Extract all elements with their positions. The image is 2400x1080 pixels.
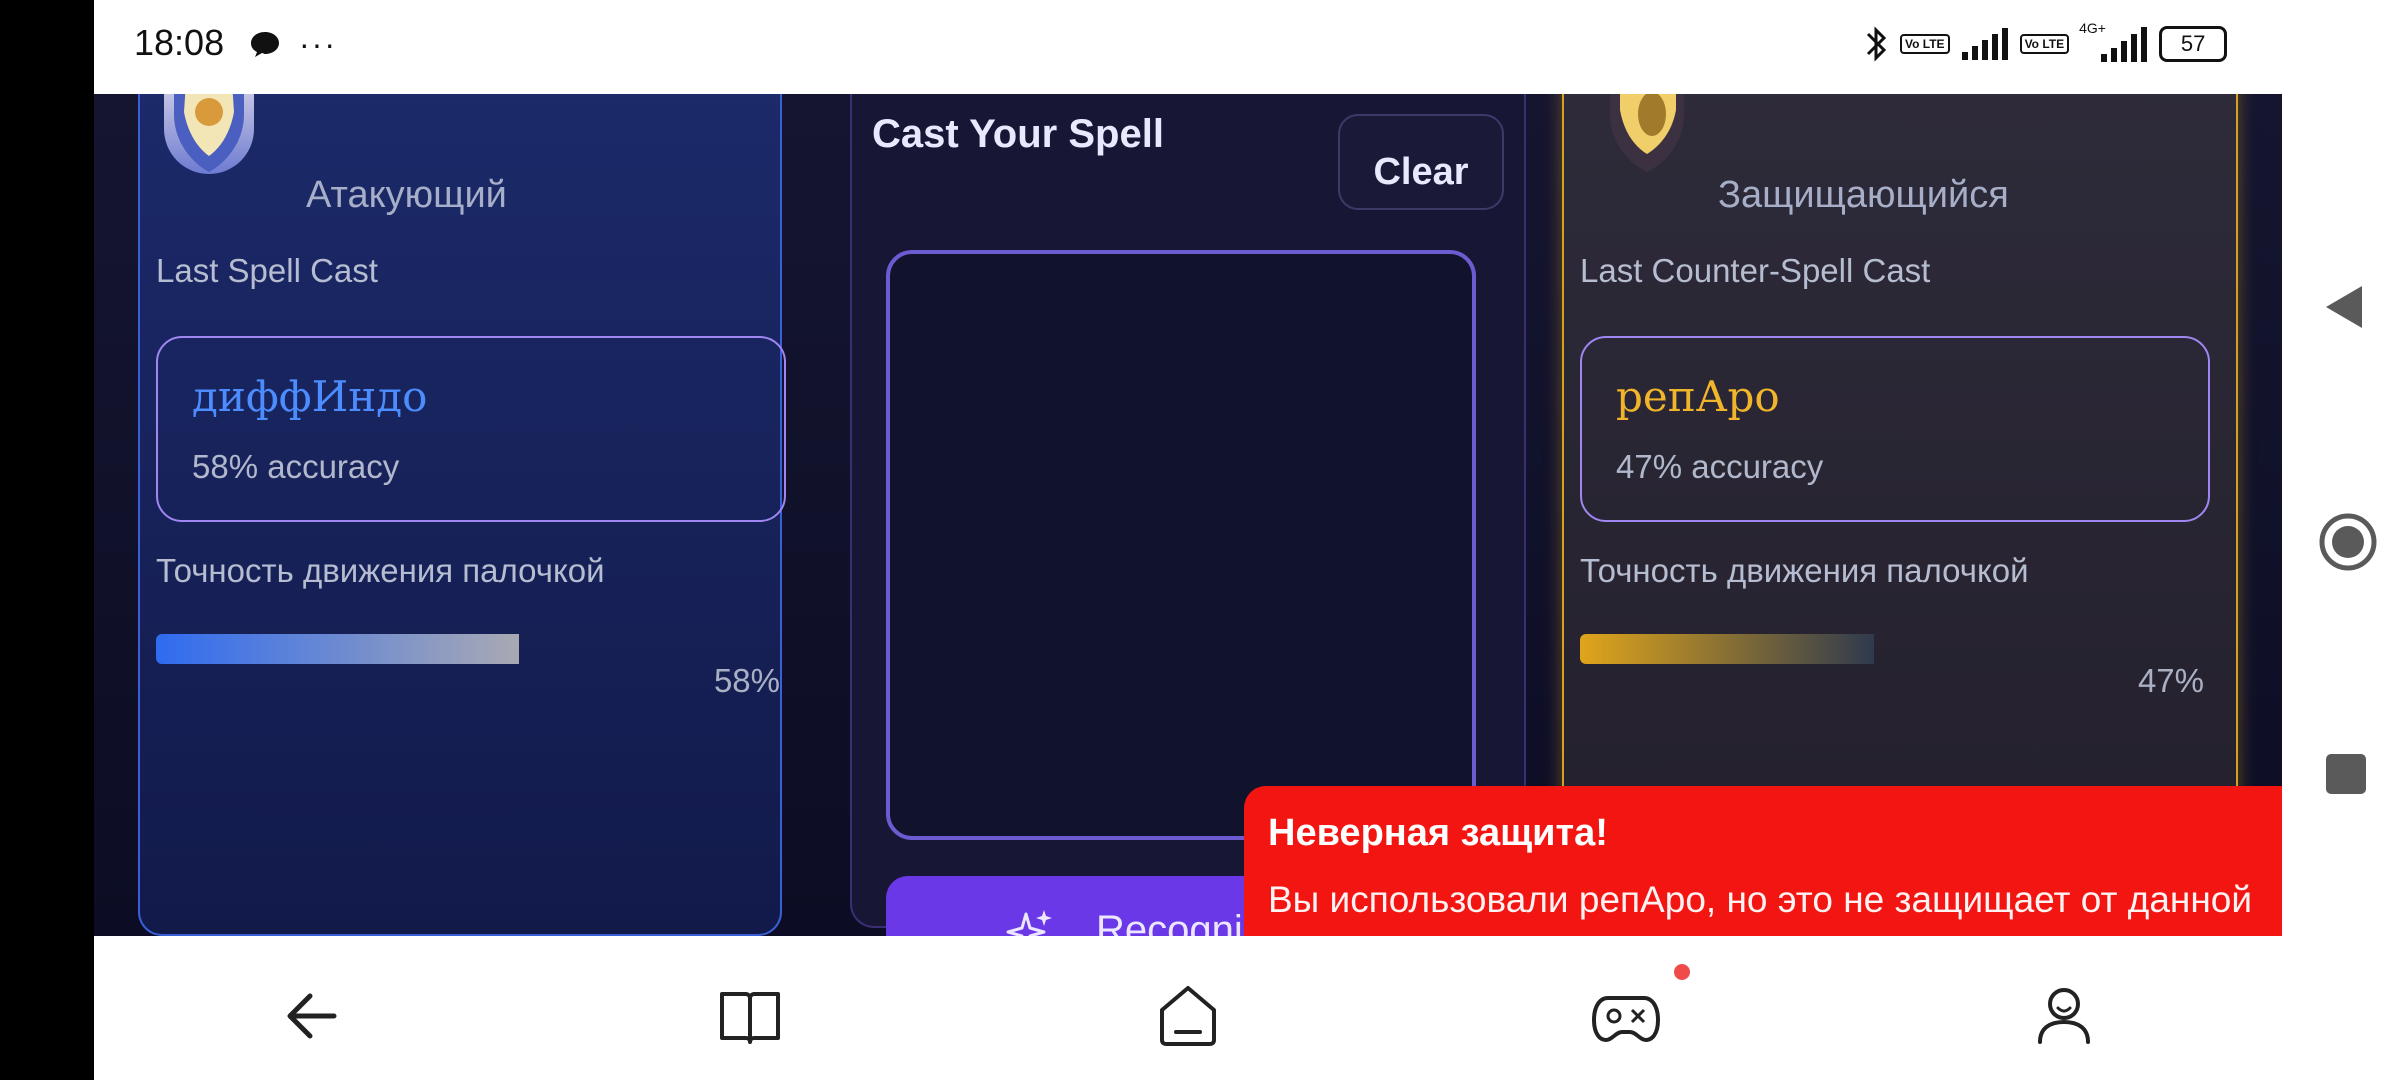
attacker-role-label: Атакующий: [306, 174, 507, 216]
defender-spell-accuracy: 47% accuracy: [1616, 448, 1824, 485]
battery-indicator: 57: [2159, 26, 2228, 62]
signal-strength-icon-1: [1961, 28, 2008, 60]
status-time: 18:08: [134, 22, 225, 63]
defender-house-crest: [1602, 94, 1692, 174]
wand-accuracy-label: Точность движения палочкой: [156, 552, 605, 589]
duel-screen: Атакующий Last Spell Cast диффИндо 58% a…: [94, 94, 2282, 936]
spell-drawing-canvas[interactable]: [886, 250, 1476, 840]
profile-icon[interactable]: [2028, 980, 2100, 1052]
defender-role-label: Защищающийся: [1718, 174, 2009, 216]
status-icons: Vo LTE Vo LTE 4G+ 57: [1864, 20, 2228, 64]
error-toast[interactable]: Неверная защита! Вы использовали репАро,…: [1244, 786, 2282, 936]
back-icon[interactable]: [276, 980, 348, 1052]
screen-bezel: [0, 0, 94, 1080]
toast-title: Неверная защита!: [1268, 812, 1608, 854]
defender-spell-name: репАро: [1616, 372, 1780, 421]
square-recents-icon[interactable]: [2324, 752, 2368, 796]
book-icon[interactable]: [714, 980, 786, 1052]
volte-badge-2: Vo LTE: [2019, 34, 2070, 54]
circle-home-icon[interactable]: [2318, 512, 2378, 572]
bottom-navigation: [94, 936, 2282, 1080]
wand-accuracy-label: Точность движения палочкой: [1580, 552, 2029, 589]
status-bar: 18:08 ··· Vo LTE Vo LTE 4G+ 57: [94, 0, 2282, 94]
chat-notification-icon: [251, 32, 279, 57]
attacker-wand-accuracy-bar: [156, 634, 520, 664]
last-spell-card: диффИндо 58% accuracy: [156, 336, 786, 522]
system-navigation-bar: [2282, 0, 2400, 1080]
triangle-back-icon[interactable]: [2322, 282, 2366, 332]
bluetooth-icon: [1866, 26, 1887, 62]
clear-button-label: Clear: [1373, 151, 1469, 193]
attacker-house-crest: [164, 94, 254, 174]
attacker-spell-accuracy: 58% accuracy: [192, 448, 400, 485]
volte-badge-1: Vo LTE: [1900, 34, 1950, 54]
attacker-spell-name: диффИндо: [192, 372, 428, 421]
defender-wand-percent: 47%: [2137, 662, 2204, 699]
attacker-wand-percent: 58%: [713, 662, 780, 699]
canvas-title: Cast Your Spell: [872, 112, 1164, 156]
clear-button[interactable]: Clear: [1338, 114, 1504, 210]
notification-badge-dot: [1674, 964, 1690, 980]
gamepad-icon[interactable]: [1590, 980, 1662, 1052]
last-spell-label: Last Spell Cast: [156, 252, 378, 289]
toast-message: Вы использовали репАро, но это не защища…: [1268, 879, 2253, 936]
attacker-panel: Атакующий Last Spell Cast диффИндо 58% a…: [138, 94, 786, 936]
last-counter-spell-label: Last Counter-Spell Cast: [1580, 252, 1931, 289]
defender-wand-accuracy-bar: [1580, 634, 1875, 664]
sparkles-icon: [1006, 910, 1052, 936]
signal-strength-icon-2: 4G+: [2079, 20, 2149, 64]
last-counter-spell-card: репАро 47% accuracy: [1580, 336, 2210, 522]
more-notifications-icon: ···: [299, 26, 337, 62]
home-icon[interactable]: [1152, 980, 1224, 1052]
